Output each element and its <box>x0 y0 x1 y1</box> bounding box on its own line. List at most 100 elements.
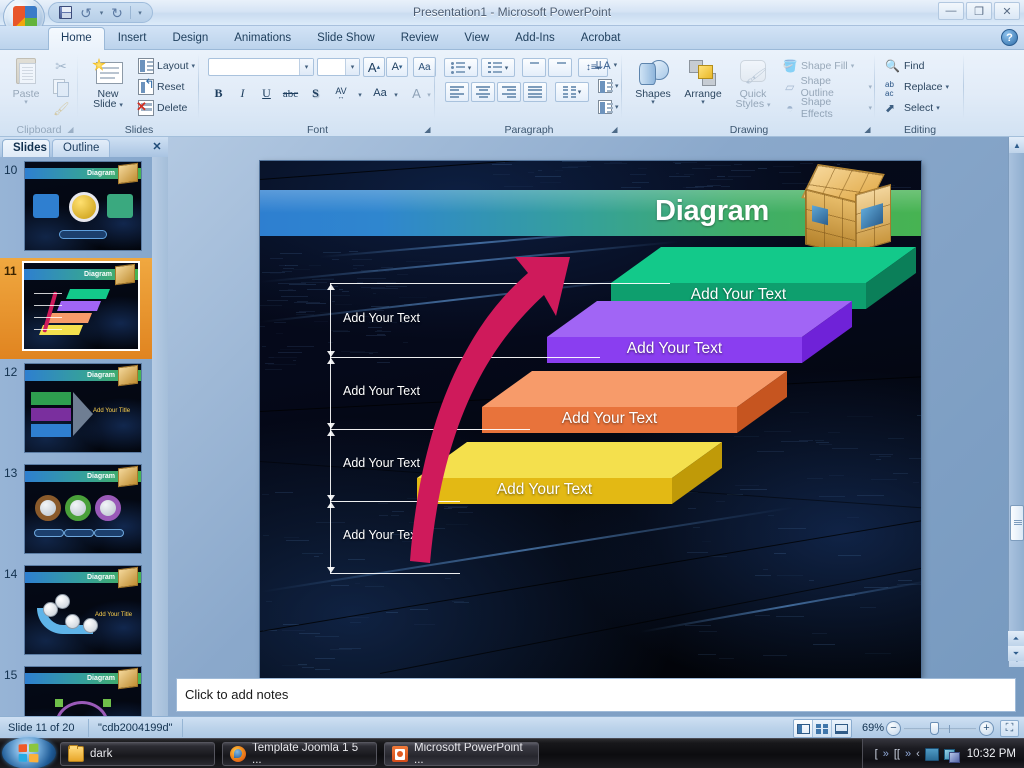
ribbon-tab-acrobat[interactable]: Acrobat <box>568 28 634 50</box>
slide-scroll-up-button[interactable]: ▲ <box>1009 137 1024 153</box>
slide-thumbnail-13[interactable]: 13 Diagram <box>0 460 152 561</box>
help-button[interactable]: ? <box>1001 29 1018 46</box>
clear-formatting-button[interactable]: Aa <box>413 57 436 77</box>
decrease-indent-button[interactable] <box>522 58 546 77</box>
tray-arrow-icon[interactable]: ‹ <box>916 748 920 760</box>
shape-effects-button[interactable]: ◓ Shape Effects ▾ <box>779 96 875 120</box>
font-color-dropdown[interactable]: ▾ <box>424 85 434 105</box>
change-case-dropdown[interactable]: ▾ <box>391 85 401 105</box>
slide-thumbnail-10[interactable]: 10 Diagram <box>0 157 152 258</box>
grow-font-button[interactable]: A ▴ <box>363 57 385 77</box>
columns-button[interactable]: ▾ <box>555 82 589 102</box>
shapes-button[interactable]: Shapes ▾ <box>629 56 677 108</box>
underline-button[interactable]: U <box>256 83 277 103</box>
close-button[interactable]: ✕ <box>994 2 1020 20</box>
undo-button[interactable]: ↺ <box>76 4 96 21</box>
replace-button[interactable]: ab ac Replace ▾ <box>882 78 952 98</box>
tray-expand-1[interactable]: » <box>883 748 889 760</box>
close-pane-button[interactable]: ✕ <box>150 140 164 154</box>
ribbon-tab-design[interactable]: Design <box>159 28 221 50</box>
maximize-button[interactable]: ❐ <box>966 2 992 20</box>
ribbon-tab-review[interactable]: Review <box>388 28 452 50</box>
new-slide-button[interactable]: New Slide ▾ <box>85 56 131 113</box>
current-slide[interactable]: Diagram Add Your Text Add Your Text Add Yo… <box>260 161 921 678</box>
bold-button[interactable]: B <box>208 83 229 103</box>
fit-to-window-button[interactable]: ⛶ <box>1000 720 1019 737</box>
zoom-level[interactable]: 69% <box>862 720 884 737</box>
save-button[interactable] <box>55 4 75 21</box>
change-case-button[interactable]: Aa <box>368 83 392 103</box>
ribbon-tab-add-ins[interactable]: Add-Ins <box>502 28 568 50</box>
shape-fill-button[interactable]: 🪣 Shape Fill ▾ <box>779 57 857 75</box>
taskbar-button-powerpoint[interactable]: Microsoft PowerPoint ... <box>384 742 539 766</box>
clock[interactable]: 10:32 PM <box>967 748 1016 760</box>
notes-pane[interactable]: Click to add notes <box>176 678 1016 712</box>
layout-button[interactable]: Layout ▾ <box>135 57 198 75</box>
delete-slide-button[interactable]: Delete <box>135 99 190 117</box>
zoom-in-button[interactable]: + <box>979 721 994 736</box>
slide-thumbnail-list[interactable]: 10 Diagram 11 Diagram 12 Diagram Add Your Titl… <box>0 157 152 716</box>
chevron-down-icon[interactable]: ▾ <box>345 59 359 75</box>
text-shadow-button[interactable]: S <box>305 83 326 103</box>
tray-app-icon[interactable] <box>924 747 939 761</box>
align-right-button[interactable] <box>497 82 521 102</box>
taskbar-button-firefox[interactable]: Template Joomla 1 5 ... <box>222 742 377 766</box>
text-direction-button[interactable]: ⇊A ▾ <box>594 56 617 74</box>
redo-button[interactable]: ↻ <box>107 4 127 21</box>
align-text-button[interactable]: ▾ <box>598 77 619 95</box>
shape-outline-button[interactable]: ▱ Shape Outline ▾ <box>779 75 875 99</box>
zoom-slider[interactable]: − + <box>886 721 994 736</box>
strikethrough-button[interactable]: abc <box>280 84 301 104</box>
quick-styles-button[interactable]: 🖌 Quick Styles ▾ <box>729 56 777 113</box>
pane-splitter[interactable] <box>152 157 168 716</box>
start-button[interactable] <box>2 737 56 768</box>
center-button[interactable] <box>471 82 495 102</box>
cut-button[interactable]: ✂ <box>50 58 72 76</box>
slide-sorter-button[interactable] <box>813 720 832 737</box>
zoom-handle[interactable] <box>930 722 939 735</box>
slide-thumbnail-11[interactable]: 11 Diagram <box>0 258 152 359</box>
clipboard-dialog-launcher[interactable]: ◢ <box>65 124 76 135</box>
network-icon[interactable] <box>943 747 960 763</box>
shrink-font-button[interactable]: A ▾ <box>386 57 408 77</box>
ribbon-tab-view[interactable]: View <box>451 28 502 50</box>
arrange-button[interactable]: Arrange ▾ <box>679 56 727 108</box>
next-slide-button[interactable]: ⏷ <box>1008 646 1024 661</box>
slide-thumbnail-12[interactable]: 12 Diagram Add Your Title <box>0 359 152 460</box>
minimize-button[interactable]: — <box>938 2 964 20</box>
paragraph-dialog-launcher[interactable]: ◢ <box>609 124 620 135</box>
slide-thumbnail-15[interactable]: 15 Diagram <box>0 662 152 716</box>
drawing-dialog-launcher[interactable]: ◢ <box>862 124 873 135</box>
tab-outline[interactable]: Outline <box>52 139 110 157</box>
zoom-track[interactable] <box>904 728 976 730</box>
increase-indent-button[interactable] <box>548 58 572 77</box>
ribbon-tab-animations[interactable]: Animations <box>221 28 304 50</box>
zoom-out-button[interactable]: − <box>886 721 901 736</box>
previous-slide-button[interactable]: ⏶ <box>1008 631 1024 646</box>
slide-scrollbar-thumb[interactable] <box>1010 505 1024 541</box>
tray-expand-2[interactable]: » <box>905 748 911 760</box>
font-size-combo[interactable]: ▾ <box>317 58 360 76</box>
undo-dropdown[interactable]: ▾ <box>97 4 106 21</box>
bullets-button[interactable]: ▾ <box>444 58 478 77</box>
justify-button[interactable] <box>523 82 547 102</box>
italic-button[interactable]: I <box>232 83 253 103</box>
chevron-down-icon[interactable]: ▾ <box>299 59 313 75</box>
convert-smartart-button[interactable]: ▾ <box>598 98 619 116</box>
slide-thumbnail-14[interactable]: 14 Diagram Add Your Title <box>0 561 152 662</box>
ribbon-tab-slide-show[interactable]: Slide Show <box>304 28 388 50</box>
reset-button[interactable]: Reset <box>135 76 187 96</box>
copy-button[interactable] <box>50 78 72 97</box>
character-spacing-button[interactable]: AV ↔ <box>326 83 356 103</box>
format-painter-button[interactable]: 🖌 <box>50 100 72 118</box>
normal-view-button[interactable] <box>794 720 813 737</box>
slide-scrollbar[interactable]: ▲ ▼ <box>1008 137 1024 667</box>
tab-slides[interactable]: Slides <box>2 139 50 157</box>
taskbar-button-dark[interactable]: dark <box>60 742 215 766</box>
ribbon-tab-home[interactable]: Home <box>48 27 105 51</box>
ribbon-tab-insert[interactable]: Insert <box>105 28 160 50</box>
customize-qat-button[interactable]: ▾ <box>134 4 146 21</box>
select-button[interactable]: ⬈ Select ▾ <box>882 99 943 117</box>
find-button[interactable]: 🔍 Find <box>882 57 927 75</box>
font-name-combo[interactable]: ▾ <box>208 58 314 76</box>
